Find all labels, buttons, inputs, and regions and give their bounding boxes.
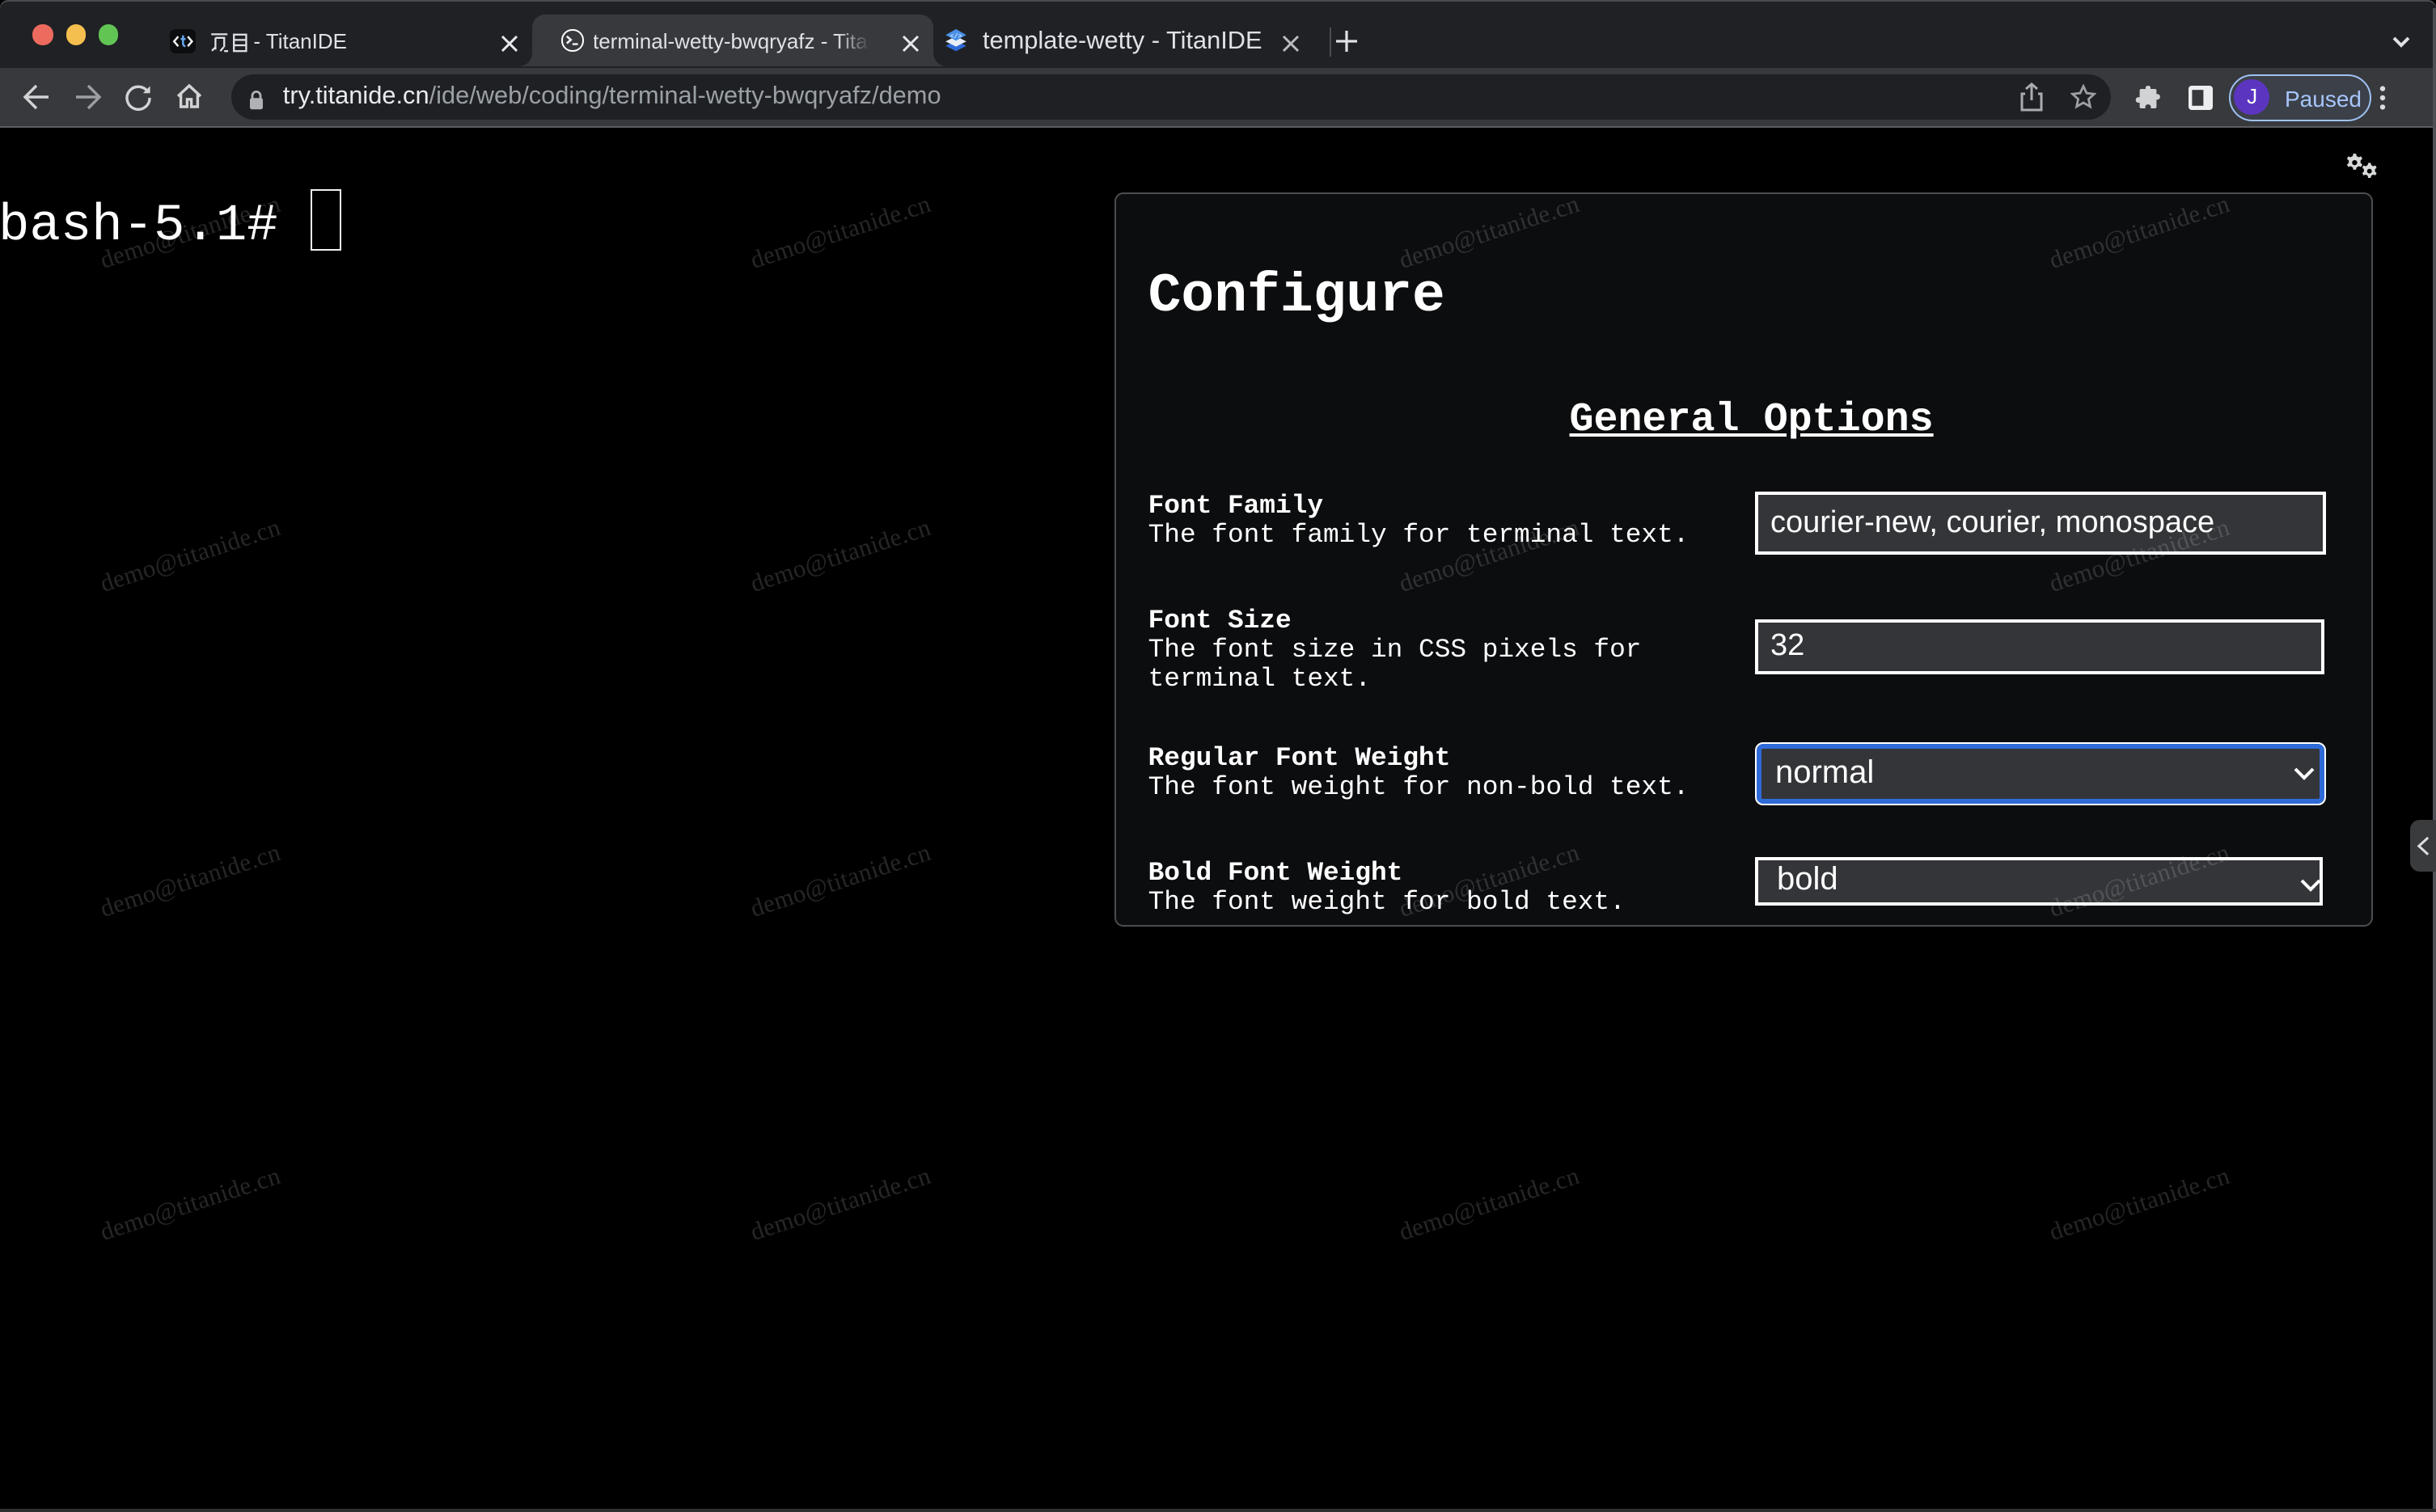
svg-text:</>: </> xyxy=(950,33,962,41)
